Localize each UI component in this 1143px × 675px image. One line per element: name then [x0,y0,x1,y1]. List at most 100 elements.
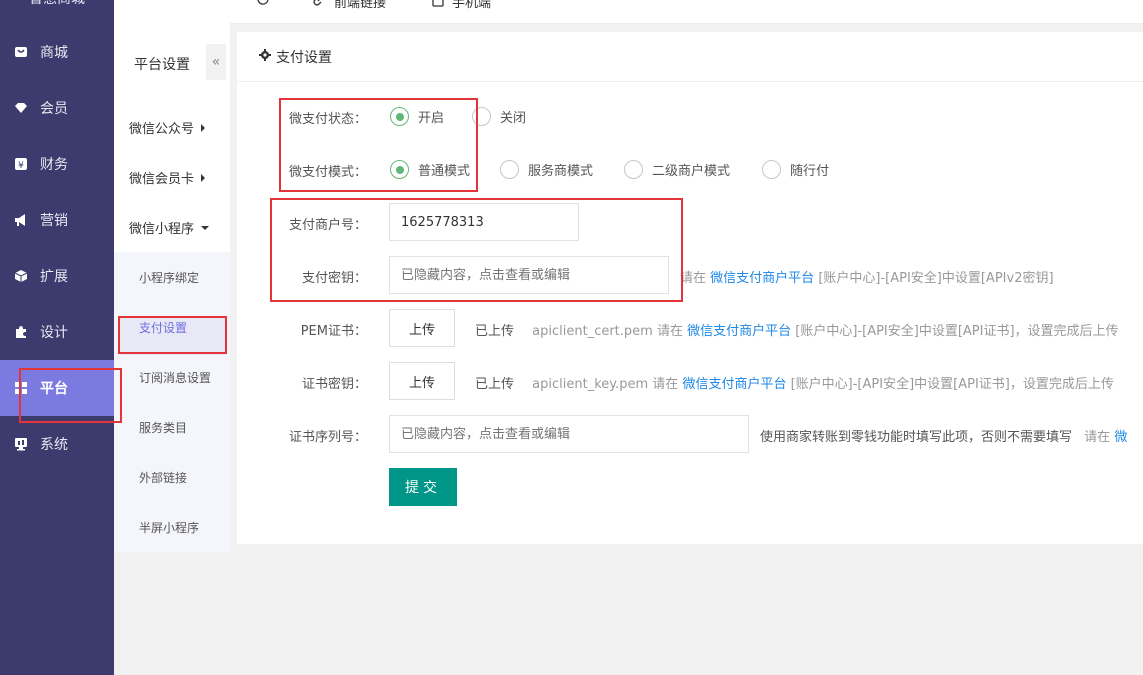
cube-icon [14,269,28,283]
sidebar-item-member[interactable]: 会员 [0,80,114,136]
submenu-item-external-link[interactable]: 外部链接 [139,469,187,486]
mobile-label: 手机端 [452,0,492,11]
cert-serial-input[interactable] [389,415,749,453]
radio-circle [390,160,409,179]
pem-cert-label: PEM证书： [300,324,367,339]
hint-text: 请在 [680,271,707,286]
hint-text: 请在 [652,377,679,392]
refresh-button[interactable] [256,0,278,10]
cert-key-label: 证书密钥： [301,377,367,392]
radio-label: 普通模式 [418,164,471,179]
submenu-group-wechat-miniprogram[interactable]: 微信小程序 [129,218,210,237]
radio-circle [624,160,643,179]
mobile-icon [432,0,444,11]
cert-key-filename: apiclient_key.pem [532,377,649,392]
mode-normal-radio[interactable]: 普通模式 [390,160,470,179]
status-label: 微支付状态： [288,112,367,127]
sidebar-item-label: 系统 [40,437,68,453]
app-logo: 智慧商城 [0,0,114,12]
hint-text: [账户中心]-[API安全]中设置[APIv2密钥] [818,271,1054,286]
submenu-title: 平台设置 [134,57,190,73]
api-key-input[interactable] [389,256,669,294]
merchant-platform-link[interactable]: 微 [1114,430,1127,445]
radio-circle [762,160,781,179]
sidebar-item-store[interactable]: 商城 [0,24,114,80]
sidebar-item-extension[interactable]: 扩展 [0,248,114,304]
sidebar-item-system[interactable]: 系统 [0,416,114,472]
hint-text: [账户中心]-[API安全]中设置[API证书]，设置完成后上传 [795,324,1119,339]
cert-key-status: 已上传 apiclient_key.pem 请在 微信支付商户平台 [账户中心]… [475,373,1114,392]
uploaded-text: 已上传 [475,324,515,339]
submenu-group-label: 微信会员卡 [129,172,195,187]
radio-circle [472,107,491,126]
yen-icon: ¥ [14,157,28,171]
status-on-radio[interactable]: 开启 [390,107,444,126]
cert-serial-label: 证书序列号： [288,430,367,445]
api-key-hint: 请在 微信支付商户平台 [账户中心]-[API安全]中设置[APIv2密钥] [680,267,1054,286]
store-icon [14,45,28,59]
mode-secondary-merchant-radio[interactable]: 二级商户模式 [624,160,730,179]
sidebar-item-design[interactable]: 设计 [0,304,114,360]
merchant-id-label: 支付商户号： [288,218,367,233]
radio-circle [390,107,409,126]
megaphone-icon [14,213,28,227]
hint-text: 请在 [1084,430,1111,445]
submenu-item-subscribe[interactable]: 订阅消息设置 [139,369,211,386]
mode-provider-radio[interactable]: 服务商模式 [500,160,593,179]
pem-upload-button[interactable]: 上传 [389,309,455,347]
card-title: 支付设置 [276,49,332,66]
sidebar-item-label: 设计 [40,325,68,341]
sidebar-item-label: 商城 [40,45,68,61]
mode-label: 微支付模式： [288,165,367,180]
radio-label: 关闭 [500,111,527,126]
submenu-group-wechat-card[interactable]: 微信会员卡 [129,168,206,187]
merchant-platform-link[interactable]: 微信支付商户平台 [710,271,814,286]
pem-filename: apiclient_cert.pem [532,324,653,339]
mode-suixingfu-radio[interactable]: 随行付 [762,160,829,179]
sidebar-item-label: 财务 [40,157,68,173]
radio-label: 服务商模式 [528,164,594,179]
sidebar-item-platform[interactable]: 平台 [0,360,114,416]
submenu-item-service-category[interactable]: 服务类目 [139,419,187,436]
api-key-label: 支付密钥： [301,271,367,286]
merchant-platform-link[interactable]: 微信支付商户平台 [682,377,786,392]
caret-right-icon [201,173,206,182]
collapse-submenu-button[interactable]: « [206,44,226,80]
sidebar-item-label: 平台 [40,381,68,397]
submenu-bottom-fill [114,552,230,675]
frontend-link-button[interactable]: 前端链接 [312,0,386,11]
sidebar-item-finance[interactable]: ¥ 财务 [0,136,114,192]
caret-down-icon [201,225,210,230]
sidebar-item-label: 营销 [40,213,68,229]
card-header: 支付设置 [237,32,1143,82]
frontend-link-label: 前端链接 [334,0,387,11]
mobile-button[interactable]: 手机端 [432,0,491,11]
sidebar-item-marketing[interactable]: 营销 [0,192,114,248]
uploaded-text: 已上传 [475,377,515,392]
submenu-item-bind[interactable]: 小程序绑定 [139,269,199,286]
caret-right-icon [201,123,206,132]
cert-serial-hint: 使用商家转账到零钱功能时填写此项，否则不需要填写 请在 微 [760,426,1143,445]
diamond-icon [14,101,28,115]
radio-label: 二级商户模式 [652,164,731,179]
radio-label: 随行付 [790,164,830,179]
status-off-radio[interactable]: 关闭 [472,107,526,126]
refresh-icon [256,0,270,10]
submenu-item-payment[interactable]: 支付设置 [139,319,187,336]
cert-key-upload-button[interactable]: 上传 [389,362,455,400]
link-icon [312,0,326,11]
top-header: 前端链接 手机端 [114,0,1143,24]
main-sidebar: 智慧商城 商城 会员 ¥ 财务 营销 扩展 设计 [0,0,114,675]
submenu-group-wechat-official[interactable]: 微信公众号 [129,118,206,137]
hint-text: [账户中心]-[API安全]中设置[API证书]，设置完成后上传 [790,377,1114,392]
submenu-group-label: 微信公众号 [129,122,195,137]
radio-circle [500,160,519,179]
merchant-platform-link[interactable]: 微信支付商户平台 [687,324,791,339]
merchant-id-input[interactable] [389,203,579,241]
miniprogram-submenu-list: 小程序绑定 支付设置 订阅消息设置 服务类目 外部链接 半屏小程序 [114,252,230,552]
gear-icon [259,48,271,65]
pem-status: 已上传 apiclient_cert.pem 请在 微信支付商户平台 [账户中心… [475,320,1119,339]
payment-settings-card: 支付设置 [237,32,1143,544]
submit-button[interactable]: 提交 [389,468,457,506]
submenu-item-half-screen[interactable]: 半屏小程序 [139,519,199,536]
